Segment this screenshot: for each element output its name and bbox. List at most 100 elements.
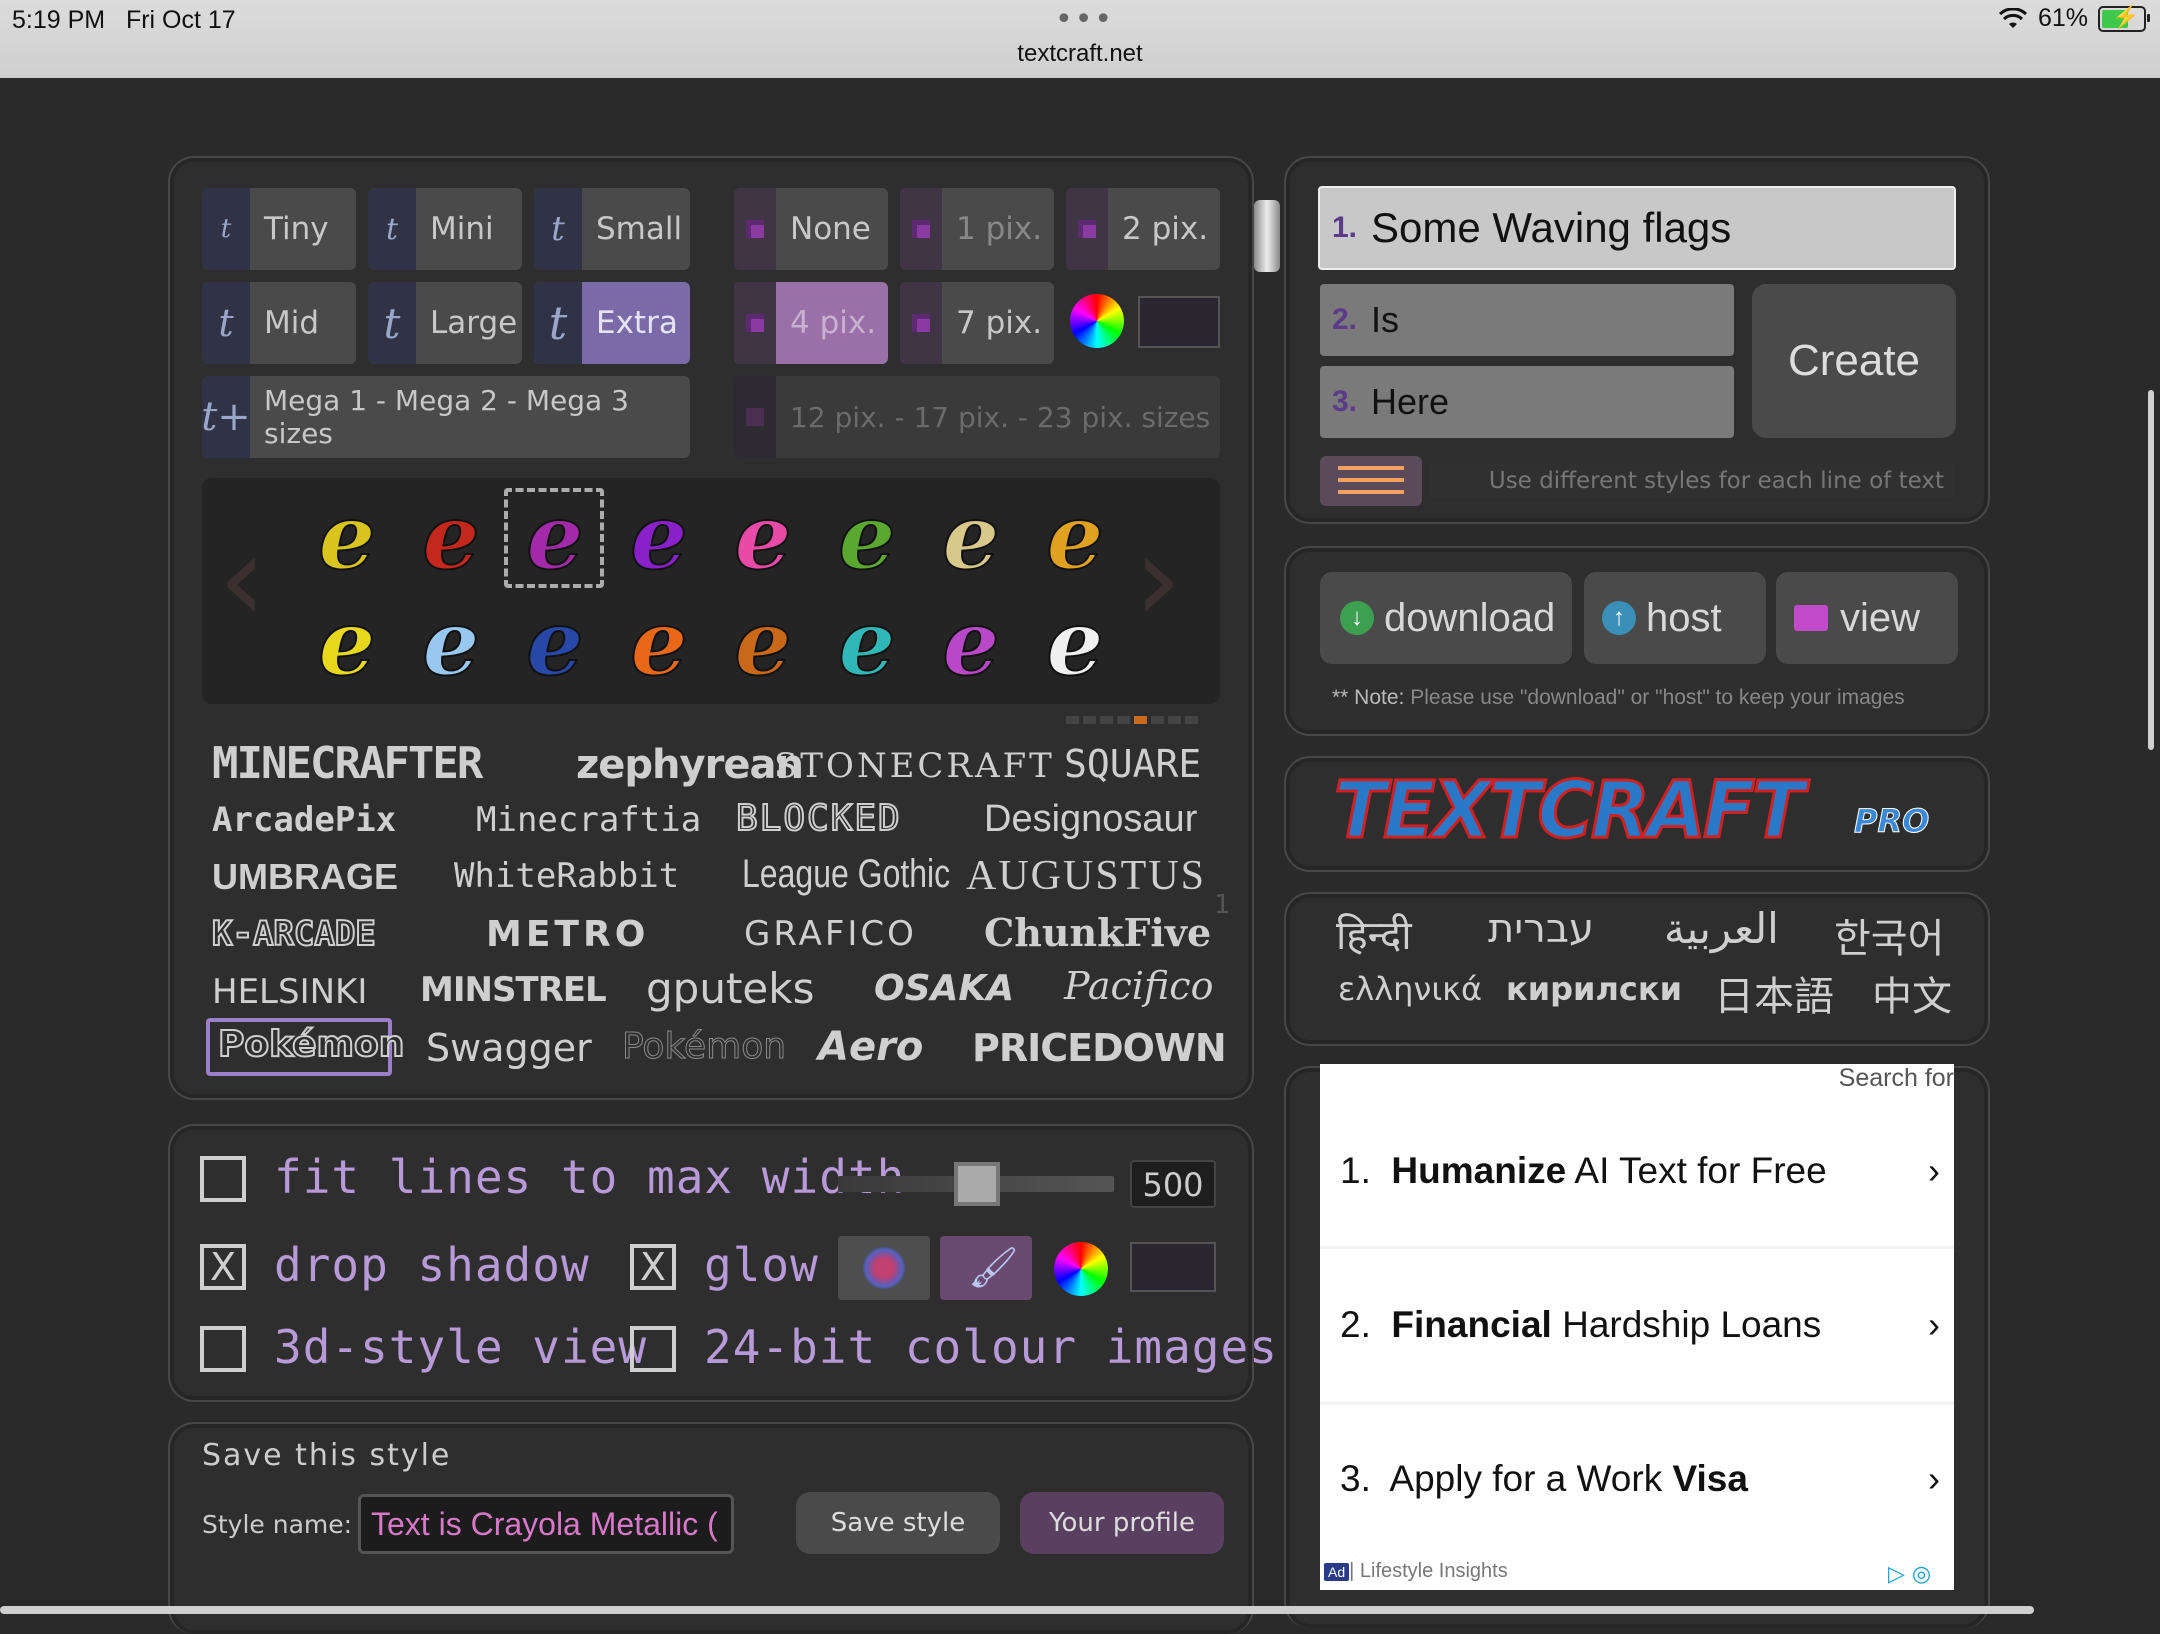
font-gputeks[interactable]: gputeks [646, 964, 814, 1013]
width-slider-thumb[interactable] [954, 1162, 1000, 1206]
style-swatch-icon[interactable]: e [1036, 597, 1114, 689]
lang-cyrillic[interactable]: кирилски [1506, 970, 1682, 1008]
lang-japanese[interactable]: 日本語 [1714, 964, 1834, 1022]
size-mega-button[interactable]: t+ Mega 1 - Mega 2 - Mega 3 sizes [201, 376, 690, 458]
lang-arabic[interactable]: العربية [1664, 904, 1779, 953]
next-arrow-icon[interactable]: › [1134, 510, 1182, 649]
outline-7pix-button[interactable]: 7 pix. [900, 282, 1054, 364]
outline-color-wheel-icon[interactable] [1070, 294, 1124, 348]
ad-item-2[interactable]: 2. Financial Hardship Loans › [1340, 1304, 1940, 1346]
size-small-button[interactable]: t Small [534, 188, 690, 270]
outline-color-swatch[interactable] [1138, 296, 1220, 348]
url-bar[interactable]: textcraft.net [0, 40, 2160, 68]
colour24-checkbox[interactable] [630, 1326, 676, 1372]
font-swagger[interactable]: Swagger [426, 1026, 592, 1070]
more-dots-icon[interactable]: ••• [1055, 2, 1114, 37]
line-1-input[interactable]: 1. Some Waving flags [1318, 186, 1956, 270]
brush-style-button[interactable]: 🖌 [940, 1236, 1032, 1300]
style-swatch-icon[interactable]: e [724, 597, 802, 689]
font-chunkfive[interactable]: ChunkFive [984, 910, 1211, 955]
font-augustus[interactable]: AUGUSTUS [966, 852, 1206, 900]
style-swatch-icon[interactable]: e [1036, 491, 1114, 583]
textcraft-pro-logo[interactable]: TEXTCRAFT PRO [1330, 762, 1950, 862]
save-style-button[interactable]: Save style [796, 1492, 1000, 1554]
font-k-arcade[interactable]: K-ARCADE [211, 913, 377, 955]
font-grafico[interactable]: GRAFICO [744, 914, 917, 954]
style-swatch-icon[interactable]: e [308, 491, 386, 583]
vertical-scrollbar[interactable] [2148, 390, 2154, 750]
style-name-input[interactable]: Text is Crayola Metallic ( [358, 1494, 734, 1554]
font-zephyrean[interactable]: zephyrean [576, 742, 804, 788]
size-extra-button[interactable]: t Extra [534, 282, 690, 364]
lang-hindi[interactable]: हिन्दी [1336, 906, 1412, 961]
prev-arrow-icon[interactable]: ‹ [218, 510, 266, 649]
size-mid-button[interactable]: t Mid [202, 282, 356, 364]
line-3-input[interactable]: 3. Here [1320, 366, 1734, 438]
glow-color-wheel-icon[interactable] [1054, 1242, 1108, 1296]
font-helsinki[interactable]: HELSINKI [212, 972, 367, 1012]
download-button[interactable]: ↓ download [1320, 572, 1572, 664]
glow-color-swatch[interactable] [1130, 1242, 1216, 1292]
lang-greek[interactable]: ελληνικά [1338, 970, 1482, 1008]
multi-style-button[interactable] [1320, 456, 1422, 506]
style-swatch-icon[interactable]: e [932, 597, 1010, 689]
outline-2pix-button[interactable]: 2 pix. [1066, 188, 1220, 270]
outline-4pix-button[interactable]: 4 pix. [734, 282, 888, 364]
glow-style-button[interactable] [838, 1236, 930, 1300]
ad-item-3[interactable]: 3. Apply for a Work Visa › [1340, 1458, 1940, 1500]
font-pricedown[interactable]: PRICEDOWN [972, 1026, 1227, 1070]
fit-lines-checkbox[interactable] [200, 1156, 246, 1202]
style-swatch-icon[interactable]: e [620, 597, 698, 689]
font-aero[interactable]: Aero [818, 1024, 923, 1070]
panel-scroll-handle[interactable] [1254, 200, 1280, 272]
three-d-checkbox[interactable] [200, 1326, 246, 1372]
style-page-dots[interactable] [1066, 716, 1198, 724]
font-blocked[interactable]: BLOCKED [735, 797, 902, 840]
view-button[interactable]: view [1776, 572, 1958, 664]
style-swatch-icon[interactable]: e [828, 597, 906, 689]
lang-korean[interactable]: 한국어 [1834, 906, 1944, 964]
horizontal-scrollbar[interactable] [0, 1606, 2034, 1614]
font-pokemon[interactable]: Pokémon [217, 1023, 405, 1066]
style-swatch-icon[interactable]: e [516, 597, 594, 689]
line-2-input[interactable]: 2. Is [1320, 284, 1734, 356]
font-pokemon-hollow[interactable]: Pokémon [621, 1026, 786, 1068]
size-large-button[interactable]: t Large [368, 282, 522, 364]
your-profile-button[interactable]: Your profile [1020, 1492, 1224, 1554]
outline-large-button[interactable]: 12 pix. - 17 pix. - 23 pix. sizes [734, 376, 1220, 458]
outline-1pix-button[interactable]: 1 pix. [900, 188, 1054, 270]
font-minecraftia[interactable]: Minecraftia [476, 800, 701, 840]
drop-shadow-checkbox[interactable]: X [200, 1244, 246, 1290]
style-swatch-icon[interactable]: e [724, 491, 802, 583]
font-whiterabbit[interactable]: WhiteRabbit [454, 856, 679, 896]
style-swatch-icon[interactable]: e [412, 597, 490, 689]
host-button[interactable]: ↑ host [1584, 572, 1766, 664]
style-swatch-icon[interactable]: e [828, 491, 906, 583]
size-mini-button[interactable]: t Mini [368, 188, 522, 270]
style-swatch-icon[interactable]: e [412, 491, 490, 583]
style-swatch-icon[interactable]: e [308, 597, 386, 689]
ad-item-1[interactable]: 1. Humanize AI Text for Free › [1340, 1150, 1940, 1192]
font-minecrafter[interactable]: MINECRAFTER [212, 738, 483, 789]
font-square[interactable]: SQUARE [1064, 742, 1201, 786]
lang-chinese[interactable]: 中文 [1872, 964, 1952, 1022]
glow-checkbox[interactable]: X [630, 1244, 676, 1290]
font-designosaur[interactable]: Designosaur [984, 798, 1197, 841]
font-metro[interactable]: METRO [486, 914, 649, 955]
font-stonecraft[interactable]: STONECRAFT [774, 746, 1055, 786]
font-pacifico[interactable]: Pacifico [1064, 964, 1213, 1008]
font-minstrel[interactable]: MINSTREL [420, 970, 607, 1010]
font-league-gothic[interactable]: League Gothic [742, 852, 950, 897]
style-swatch-icon[interactable]: e [620, 491, 698, 583]
font-osaka[interactable]: OSAKA [874, 968, 1014, 1009]
width-value[interactable]: 500 [1130, 1160, 1216, 1208]
ad-choices-icon[interactable]: ▷ ◎ [1888, 1562, 1931, 1587]
lang-hebrew[interactable]: עברית [1488, 906, 1594, 952]
create-button[interactable]: Create [1752, 284, 1956, 438]
font-umbrage[interactable]: UMBRAGE [212, 856, 398, 898]
font-arcadepix[interactable]: ArcadePix [212, 800, 396, 840]
outline-none-button[interactable]: None [734, 188, 888, 270]
style-swatch-icon[interactable]: e [932, 491, 1010, 583]
outline-icon [734, 282, 776, 364]
size-tiny-button[interactable]: t Tiny [202, 188, 356, 270]
